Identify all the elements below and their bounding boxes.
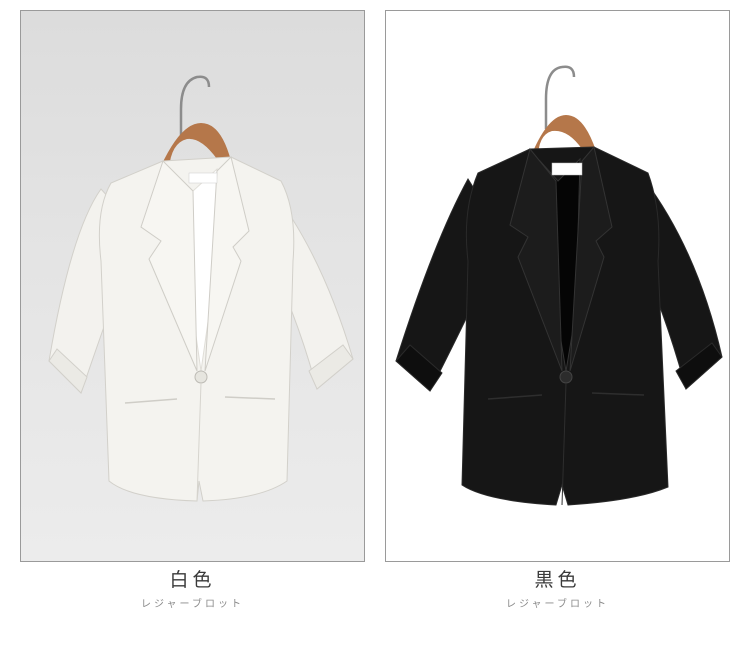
label-tag xyxy=(551,162,583,176)
black-blazer-image xyxy=(395,65,723,506)
product-subtitle-white: レジャーブロット xyxy=(141,599,244,610)
caption-black: 黒色 レジャーブロット xyxy=(385,566,730,612)
white-blazer-image xyxy=(48,75,354,502)
product-color-showcase: 白色 レジャーブロット 黒色 レジャーブロット xyxy=(0,0,750,650)
color-name-black: 黒色 xyxy=(534,569,581,591)
button-icon xyxy=(559,370,573,384)
product-photo-black[interactable] xyxy=(385,10,730,562)
button-icon xyxy=(194,370,208,384)
color-name-white: 白色 xyxy=(169,569,216,591)
label-tag xyxy=(188,172,218,184)
product-subtitle-black: レジャーブロット xyxy=(506,599,609,610)
product-photo-white[interactable] xyxy=(20,10,365,562)
caption-white: 白色 レジャーブロット xyxy=(20,566,365,612)
